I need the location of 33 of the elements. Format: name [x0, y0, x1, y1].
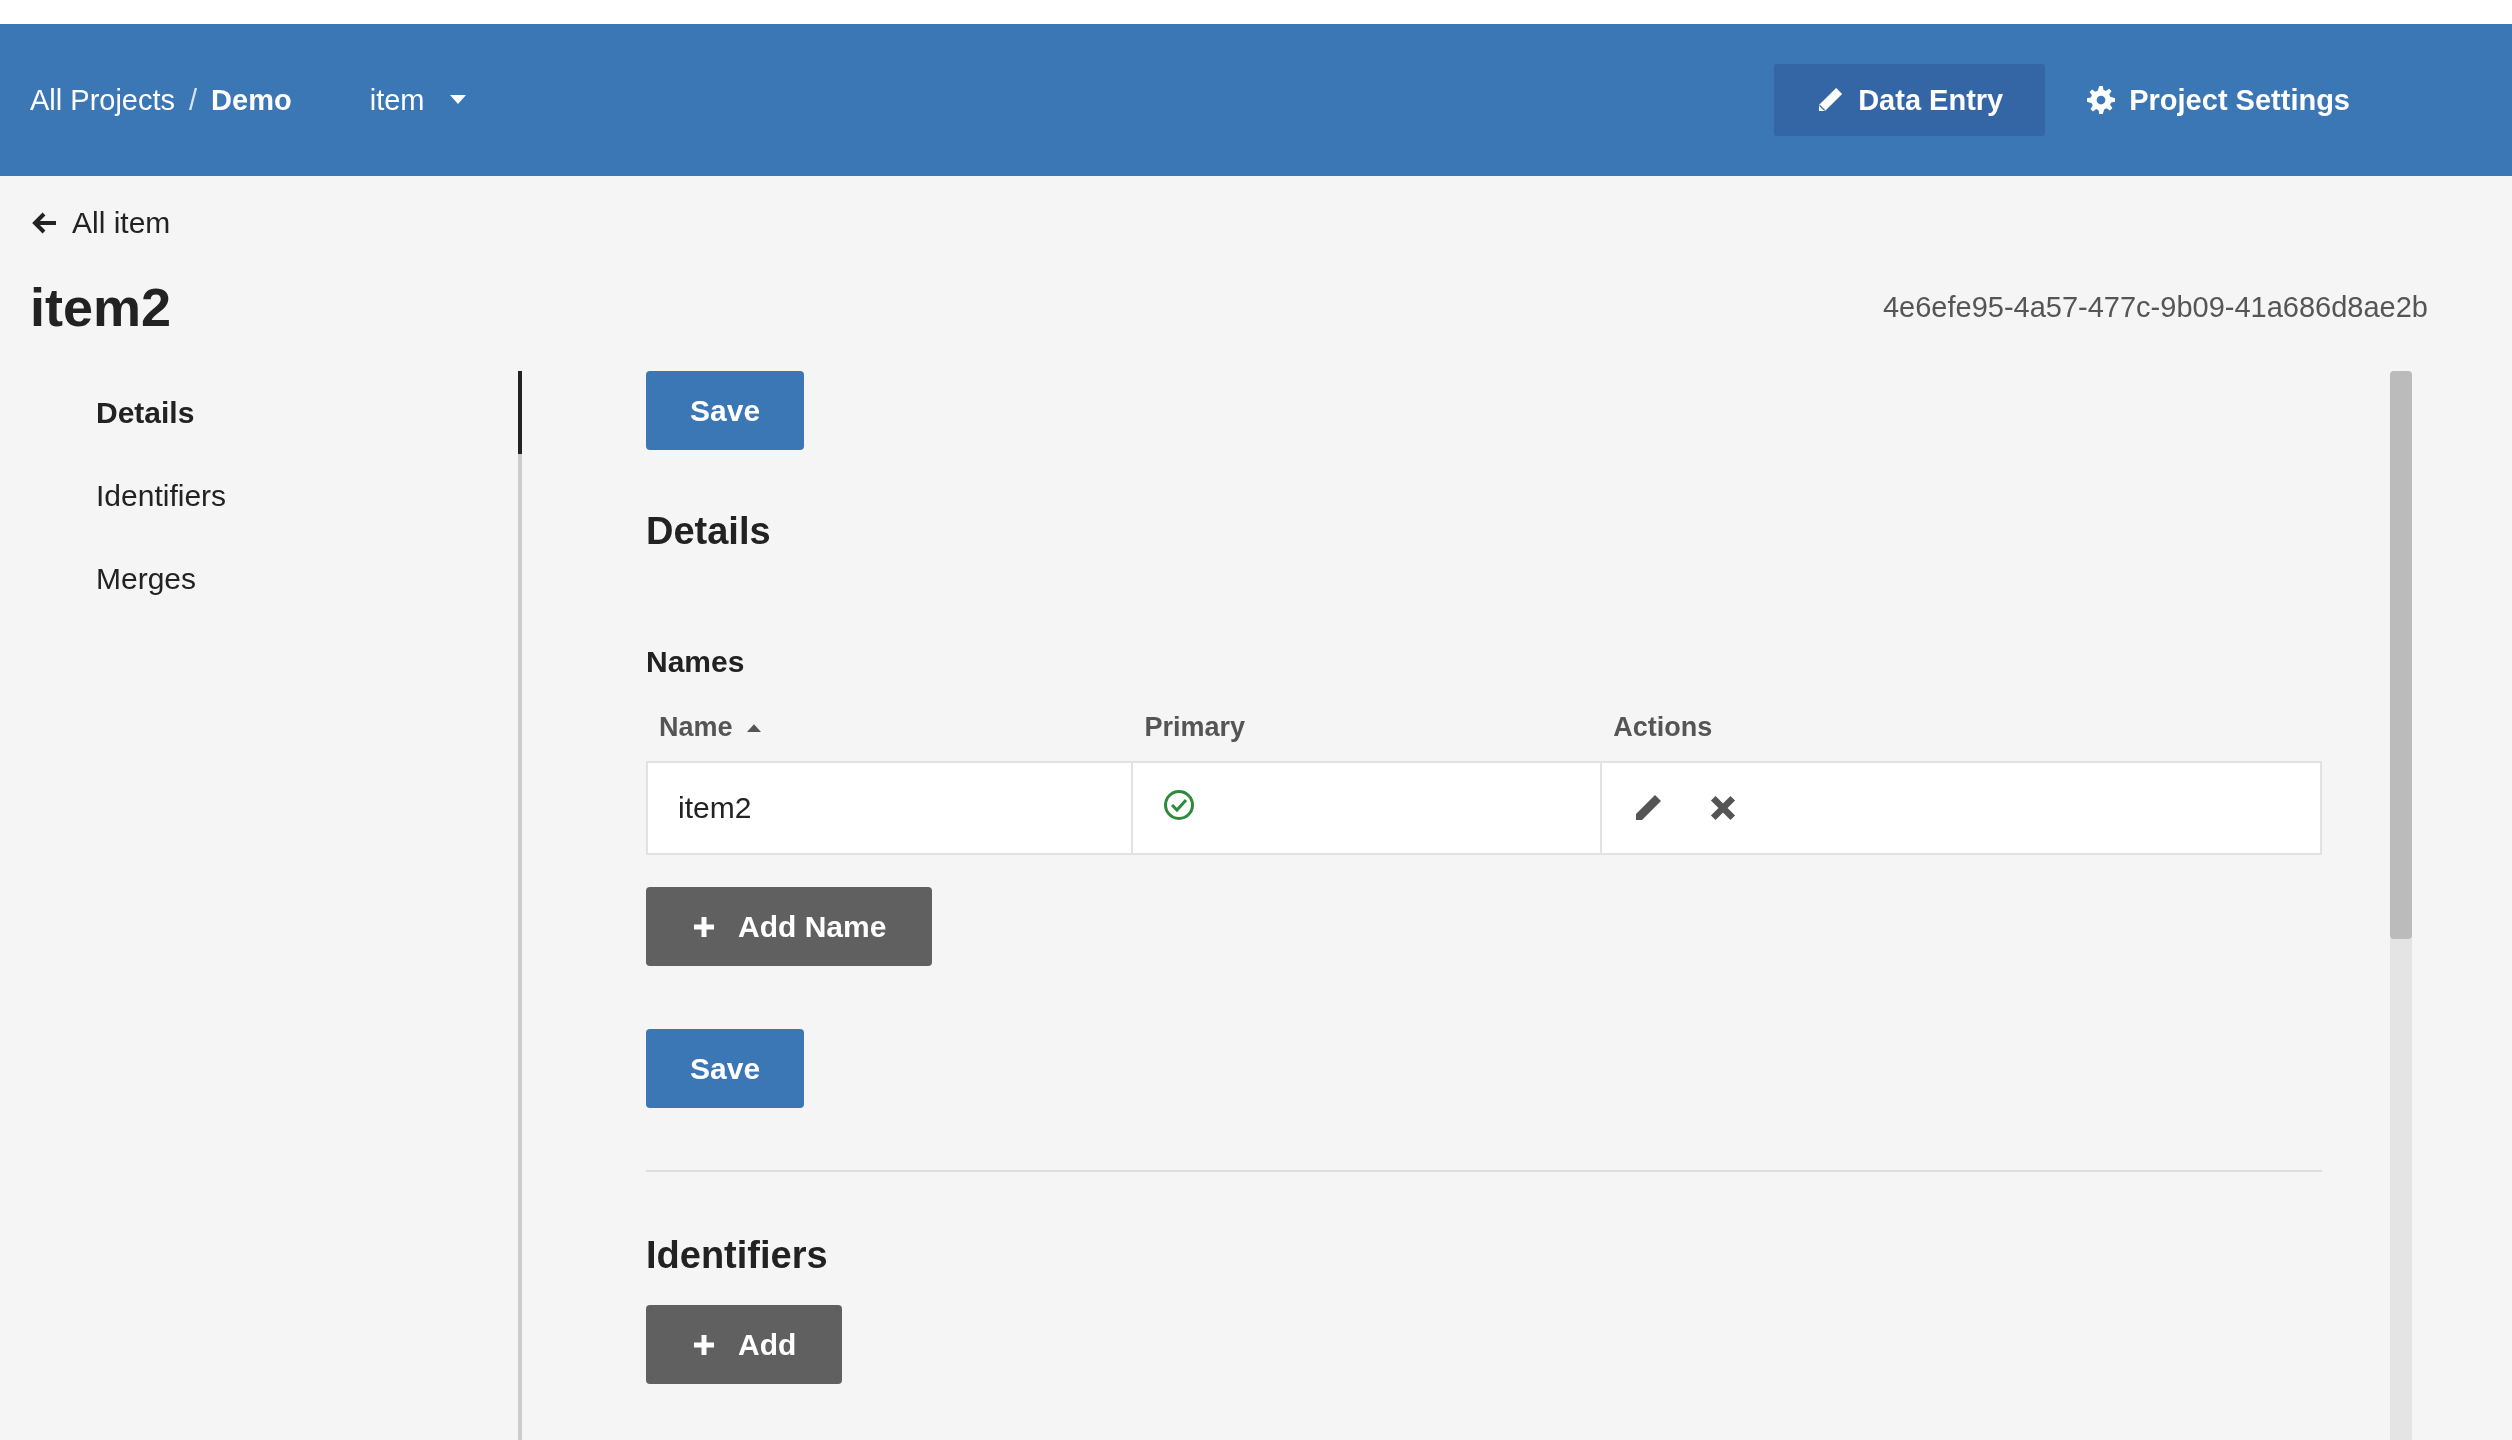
caret-icon [450, 95, 467, 105]
pencil-icon [1816, 86, 1845, 114]
settings-icon [2087, 86, 2116, 114]
scrollbar-thumb[interactable] [2390, 371, 2412, 939]
sidebar-item[interactable]: Identifiers [0, 454, 522, 537]
subsection-heading: Names [646, 645, 746, 679]
add-identifier-button[interactable]: Add [646, 1305, 843, 1384]
scrollbar[interactable] [2390, 371, 2412, 1440]
add-name-button[interactable]: Add Name [646, 887, 933, 966]
column-header: Primary [1132, 712, 1602, 762]
save-button[interactable]: Save [646, 371, 805, 450]
save-button[interactable]: Save [646, 1029, 805, 1108]
back-arrow-icon [32, 211, 58, 235]
sidebar-item[interactable]: Details [0, 371, 522, 454]
delete-icon[interactable] [1710, 795, 1737, 821]
type-dropdown[interactable]: item [369, 83, 467, 117]
section-heading: Identifiers [646, 1234, 829, 1277]
sort-arrow-icon [746, 724, 761, 734]
column-header[interactable]: Name [647, 712, 1133, 762]
plus-icon [692, 914, 716, 939]
breadcrumb-separator: / [189, 83, 198, 117]
breadcrumb-link[interactable]: All Projects [30, 83, 176, 117]
column-header: Actions [1601, 712, 2321, 762]
page-title: item2 [30, 276, 172, 338]
plus-icon [692, 1332, 716, 1357]
nav-button[interactable]: Project Settings [2045, 64, 2392, 136]
breadcrumb-current: Demo [211, 83, 292, 117]
back-link[interactable]: All item [32, 206, 171, 240]
section-heading: Details [646, 510, 772, 553]
nav-button[interactable]: Data Entry [1774, 64, 2046, 136]
sidebar-item[interactable]: Merges [0, 537, 522, 620]
table-cell: item2 [647, 762, 1133, 854]
record-id: 4e6efe95-4a57-477c-9b09-41a686d8ae2b [1882, 290, 2428, 324]
